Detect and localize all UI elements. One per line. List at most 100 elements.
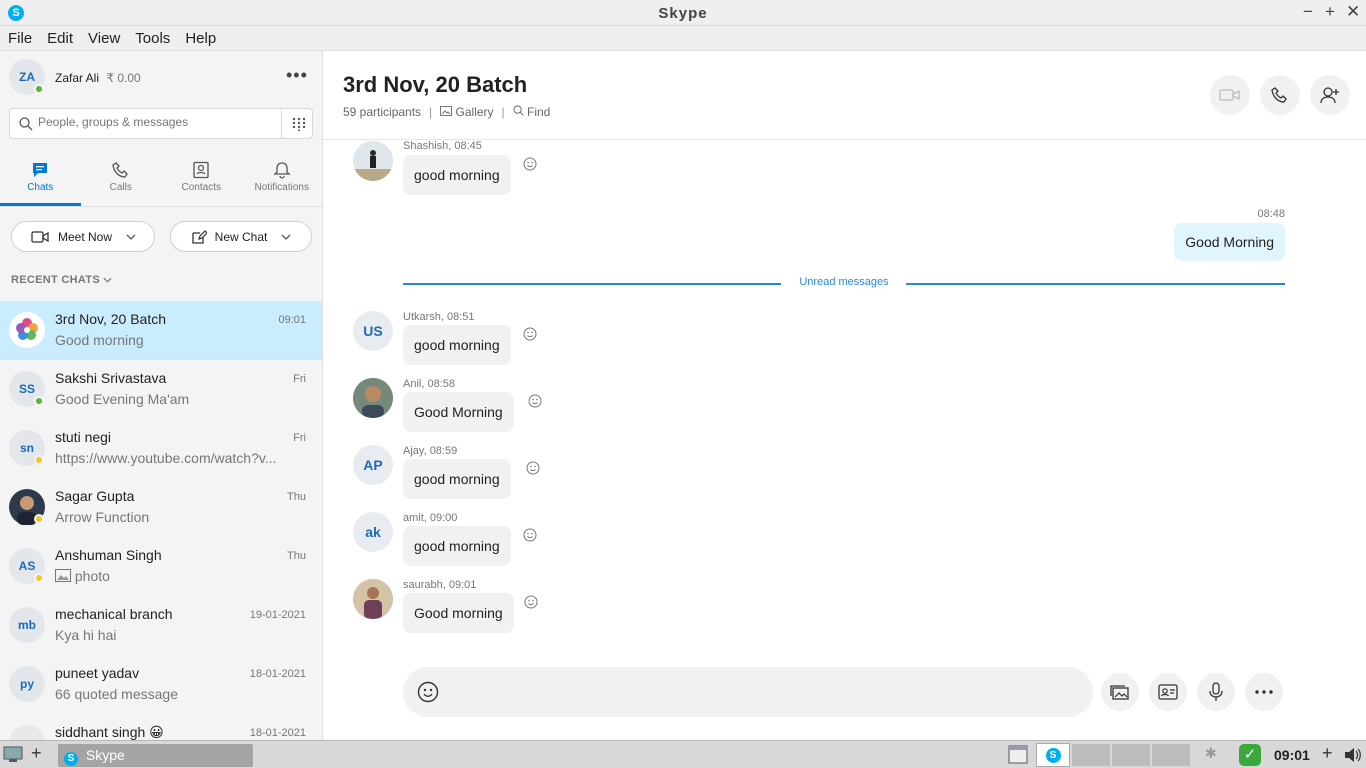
sender-avatar: US: [353, 311, 393, 351]
add-reaction-icon[interactable]: [526, 461, 540, 475]
chat-item-3rd-nov-batch[interactable]: 3rd Nov, 20 Batch Good morning 09:01: [0, 301, 322, 360]
system-taskbar: + S Skype S ✱ ✓ 09:01 +: [0, 740, 1366, 768]
chat-item-puneet[interactable]: py puneet yadav 66 quoted message 18-01-…: [0, 655, 322, 714]
own-message-bubble[interactable]: Good Morning: [1174, 223, 1285, 261]
gallery-label: Gallery: [455, 105, 494, 119]
tray-workspace-3[interactable]: [1152, 744, 1190, 766]
menu-view[interactable]: View: [88, 30, 120, 47]
new-chat-button[interactable]: New Chat: [170, 221, 312, 252]
person-photo-icon: [353, 378, 393, 418]
tab-contacts[interactable]: Contacts: [161, 151, 242, 206]
online-status-dot: [34, 396, 44, 406]
message-input[interactable]: [455, 682, 1055, 698]
add-people-button[interactable]: [1310, 75, 1350, 115]
tab-chats[interactable]: Chats: [0, 151, 81, 206]
message-sender: Utkarsh, 08:51: [403, 311, 475, 323]
video-call-button[interactable]: [1210, 75, 1250, 115]
recent-chats-header[interactable]: RECENT CHATS: [11, 274, 112, 286]
sender-avatar: AP: [353, 445, 393, 485]
menu-tools[interactable]: Tools: [135, 30, 170, 47]
message-bubble[interactable]: good morning: [403, 155, 511, 195]
message-bubble[interactable]: good morning: [403, 459, 511, 499]
show-desktop-icon[interactable]: [3, 746, 23, 763]
volume-icon[interactable]: [1343, 747, 1363, 763]
menu-file[interactable]: File: [8, 30, 32, 47]
find-link[interactable]: Find: [513, 105, 550, 119]
chat-name: Anshuman Singh: [55, 547, 162, 563]
chat-item-mechanical-branch[interactable]: mb mechanical branch Kya hi hai 19-01-20…: [0, 596, 322, 655]
search-input[interactable]: [38, 115, 278, 129]
window-list-icon[interactable]: [1008, 745, 1028, 764]
chat-item-stuti[interactable]: sn stuti negi https://www.youtube.com/wa…: [0, 419, 322, 478]
tray-workspace-2[interactable]: [1112, 744, 1150, 766]
message-composer: [403, 667, 1093, 717]
taskbar-skype-task[interactable]: S Skype: [58, 744, 253, 767]
image-icon: [55, 569, 71, 582]
contact-avatar: py: [9, 666, 45, 702]
chat-name: siddhant singh 😀: [55, 724, 164, 740]
more-options-button[interactable]: •••: [286, 65, 308, 86]
search-box: [9, 108, 313, 139]
minimize-button[interactable]: −: [1302, 2, 1314, 22]
chat-name: Sagar Gupta: [55, 488, 135, 504]
maximize-button[interactable]: +: [1324, 2, 1336, 22]
clock[interactable]: 09:01: [1274, 747, 1310, 763]
chat-date: 09:01: [278, 314, 306, 326]
menu-edit[interactable]: Edit: [47, 30, 73, 47]
chat-preview: Arrow Function: [55, 509, 150, 525]
chat-item-siddhant[interactable]: siddhant singh 😀 18-01-2021: [0, 714, 322, 740]
tab-notifications[interactable]: Notifications: [242, 151, 323, 206]
chevron-down-icon: [126, 234, 136, 240]
bluetooth-icon[interactable]: ✱: [1205, 745, 1217, 762]
group-avatar: [9, 312, 45, 348]
chat-item-sakshi[interactable]: SS Sakshi Srivastava Good Evening Ma'am …: [0, 360, 322, 419]
media-gallery-icon: [1110, 685, 1129, 700]
add-reaction-icon[interactable]: [523, 528, 537, 542]
more-actions-button[interactable]: [1245, 673, 1283, 711]
chat-date: 18-01-2021: [249, 727, 306, 739]
chat-item-anshuman[interactable]: AS Anshuman Singh photo Thu: [0, 537, 322, 596]
message-bubble[interactable]: Good morning: [403, 593, 514, 633]
away-status-dot: [34, 573, 44, 583]
send-contact-button[interactable]: [1149, 673, 1187, 711]
add-reaction-icon[interactable]: [523, 157, 537, 171]
add-reaction-icon[interactable]: [523, 327, 537, 341]
unread-messages-label: Unread messages: [799, 276, 889, 288]
online-status-dot: [34, 84, 44, 94]
tab-calls[interactable]: Calls: [81, 151, 162, 206]
voice-message-button[interactable]: [1197, 673, 1235, 711]
update-check-icon[interactable]: ✓: [1239, 744, 1261, 766]
dialpad-icon[interactable]: [292, 117, 306, 131]
chat-item-sagar[interactable]: Sagar Gupta Arrow Function Thu: [0, 478, 322, 537]
close-button[interactable]: ✕: [1346, 2, 1360, 22]
emoji-icon[interactable]: [417, 681, 439, 703]
gallery-link[interactable]: Gallery: [440, 105, 494, 119]
message-bubble[interactable]: Good Morning: [403, 392, 514, 432]
add-reaction-icon[interactable]: [528, 394, 542, 408]
message-bubble[interactable]: good morning: [403, 526, 511, 566]
unread-messages-divider: Unread messages: [403, 276, 1285, 288]
add-applet-icon[interactable]: +: [1322, 743, 1333, 764]
profile-name-row[interactable]: Zafar Ali ₹ 0.00: [55, 71, 141, 85]
conversation-header: 3rd Nov, 20 Batch 59 participants | Gall…: [323, 51, 1366, 140]
message-sender: Ajay, 08:59: [403, 445, 458, 457]
contact-card-icon: [1158, 684, 1178, 700]
gallery-icon: [440, 106, 453, 116]
search-icon: [513, 105, 524, 116]
add-reaction-icon[interactable]: [524, 595, 538, 609]
tray-workspace-1[interactable]: [1072, 744, 1110, 766]
microphone-icon: [1209, 682, 1223, 701]
audio-call-button[interactable]: [1260, 75, 1300, 115]
tray-skype[interactable]: S: [1036, 743, 1070, 767]
message-bubble[interactable]: good morning: [403, 325, 511, 365]
person-photo-icon: [353, 141, 393, 181]
meet-now-button[interactable]: Meet Now: [11, 221, 155, 252]
menu-help[interactable]: Help: [185, 30, 216, 47]
share-media-button[interactable]: [1101, 673, 1139, 711]
conversation-title[interactable]: 3rd Nov, 20 Batch: [343, 72, 527, 98]
chat-preview: Good morning: [55, 332, 144, 348]
participants-link[interactable]: 59 participants: [343, 105, 421, 119]
own-message-time: 08:48: [1257, 208, 1285, 220]
chat-bubble-icon: [33, 163, 48, 177]
add-panel-icon[interactable]: +: [31, 743, 42, 764]
